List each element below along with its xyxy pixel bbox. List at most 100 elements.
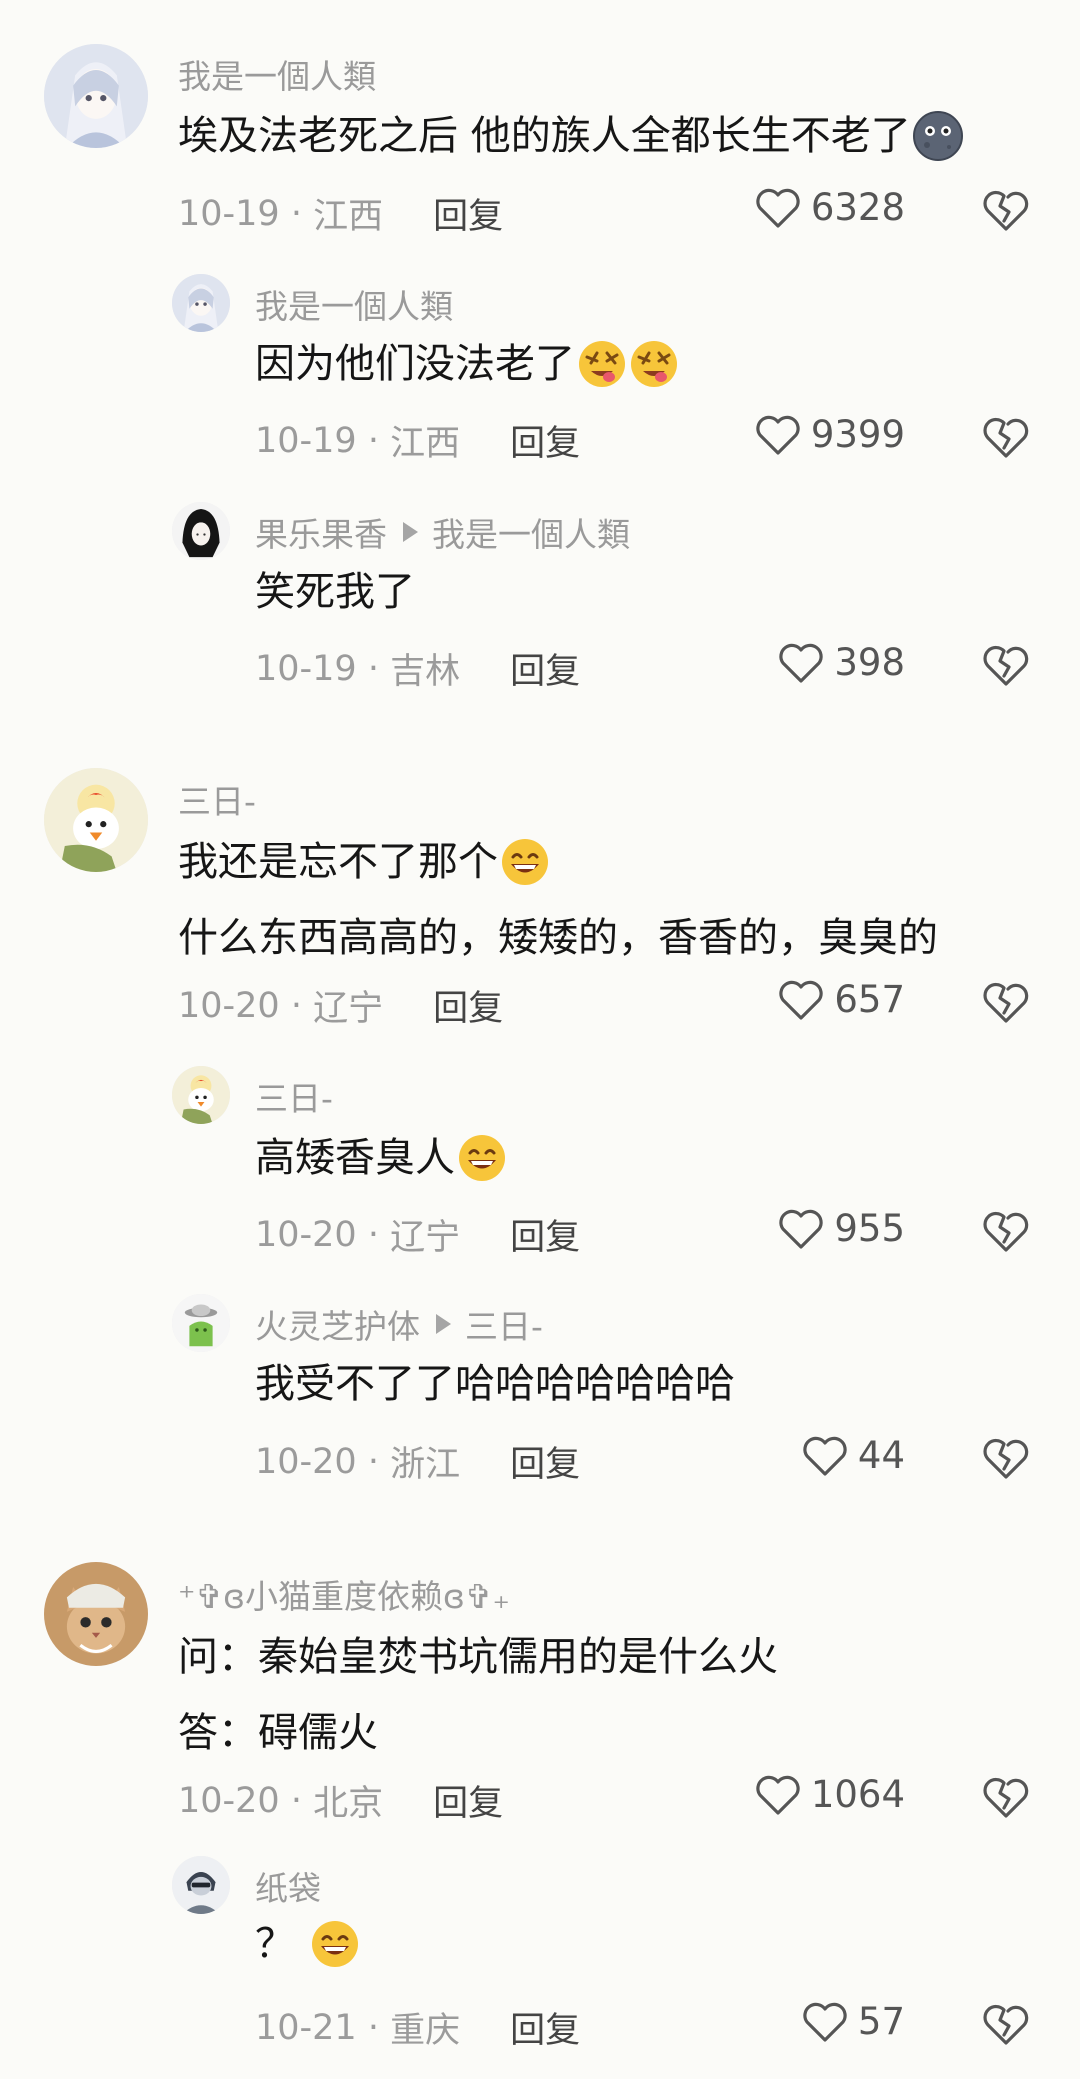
dislike-button[interactable]: [982, 980, 1030, 1024]
comment-date: 10-21: [255, 2007, 357, 2048]
comment-meta: 10-20 · 辽宁 回复: [255, 1209, 580, 1260]
comment-meta: 10-20 · 浙江 回复: [255, 1436, 580, 1487]
comment-author[interactable]: 火灵芝护体 三日-: [255, 1300, 543, 1348]
comment-text: ？: [255, 1906, 360, 1982]
comment-location: 北京: [313, 1784, 384, 1824]
comment-date: 10-20: [255, 1214, 357, 1255]
reply-arrow-icon: [403, 522, 418, 542]
broken-heart-icon: [983, 1211, 1029, 1252]
comment-date: 10-20: [178, 1780, 280, 1821]
comment-date: 10-19: [255, 648, 357, 689]
broken-heart-icon: [983, 417, 1029, 458]
comment-date: 10-19: [255, 420, 357, 461]
heart-outline-icon: [756, 188, 800, 228]
dislike-button[interactable]: [982, 1209, 1030, 1253]
reply-button[interactable]: 回复: [510, 1209, 580, 1260]
comment-location: 辽宁: [390, 1218, 461, 1258]
comment-text: 问：秦始皇焚书坑儒用的是什么火 答：碍儒火: [178, 1634, 778, 1756]
comment-location: 吉林: [390, 652, 461, 692]
reply-button[interactable]: 回复: [510, 2002, 580, 2053]
comment-author[interactable]: 三日-: [255, 1072, 333, 1120]
comment-location: 江西: [313, 197, 384, 237]
dislike-button[interactable]: [982, 188, 1030, 232]
comment-author[interactable]: 三日-: [178, 775, 256, 823]
reply-button[interactable]: 回复: [510, 643, 580, 694]
comment-author[interactable]: ⁺✞ɞ小猫重度依赖ɞ✞₊: [178, 1570, 510, 1618]
like-count: 657: [834, 978, 905, 1021]
comment-date: 10-20: [255, 1441, 357, 1482]
dislike-button[interactable]: [982, 415, 1030, 459]
comment-author[interactable]: 纸袋: [255, 1862, 321, 1910]
like-button[interactable]: 57: [802, 2000, 905, 2043]
dislike-button[interactable]: [982, 1775, 1030, 1819]
grinning-face-emoji: [500, 837, 550, 887]
dislike-button[interactable]: [982, 2002, 1030, 2046]
comment-author[interactable]: 我是一個人類: [255, 280, 453, 328]
like-count: 57: [857, 2000, 905, 2043]
comment-meta: 10-19 · 江西 回复: [255, 415, 580, 466]
like-button[interactable]: 398: [778, 641, 905, 684]
avatar[interactable]: [172, 274, 230, 332]
moon-face-emoji: [912, 111, 963, 161]
like-button[interactable]: 6328: [755, 186, 905, 229]
comment-meta: 10-20 · 辽宁 回复: [178, 980, 503, 1031]
reply-button[interactable]: 回复: [433, 1775, 503, 1826]
avatar[interactable]: [44, 1562, 148, 1666]
comment-meta: 10-20 · 北京 回复: [178, 1775, 503, 1826]
grinning-face-emoji: [310, 1919, 360, 1969]
avatar[interactable]: [172, 1066, 230, 1124]
comment-text: 埃及法老死之后 他的族人全都长生不老了: [178, 98, 963, 174]
reply-arrow-icon: [436, 1314, 451, 1334]
like-button[interactable]: 1064: [755, 1773, 905, 1816]
like-count: 1064: [810, 1773, 905, 1816]
comment-date: 10-19: [178, 193, 280, 234]
reply-button[interactable]: 回复: [433, 188, 503, 239]
avatar[interactable]: [44, 768, 148, 872]
broken-heart-icon: [983, 645, 1029, 686]
like-count: 9399: [810, 413, 905, 456]
heart-outline-icon: [779, 643, 824, 683]
comment-location: 浙江: [390, 1445, 461, 1485]
comment-meta: 10-21 · 重庆 回复: [255, 2002, 580, 2053]
heart-outline-icon: [756, 1775, 800, 1815]
like-count: 398: [834, 641, 905, 684]
broken-heart-icon: [983, 190, 1029, 231]
broken-heart-icon: [983, 1777, 1029, 1818]
reply-button[interactable]: 回复: [510, 1436, 580, 1487]
dislike-button[interactable]: [982, 643, 1030, 687]
avatar[interactable]: [172, 1294, 230, 1352]
like-button[interactable]: 955: [778, 1207, 905, 1250]
dislike-button[interactable]: [982, 1436, 1030, 1480]
reply-to-name[interactable]: 三日-: [465, 1300, 543, 1348]
comment-author[interactable]: 果乐果香 我是一個人類: [255, 508, 630, 556]
comment-text: 因为他们没法老了: [255, 326, 679, 402]
comment-date: 10-20: [178, 985, 280, 1026]
grinning-face-emoji: [457, 1133, 507, 1183]
comment-text: 笑死我了: [255, 569, 415, 615]
like-button[interactable]: 657: [778, 978, 905, 1021]
avatar[interactable]: [44, 44, 148, 148]
like-count: 44: [857, 1434, 905, 1477]
comment-author[interactable]: 我是一個人類: [178, 50, 376, 98]
heart-outline-icon: [756, 415, 800, 455]
avatar[interactable]: [172, 502, 230, 560]
avatar[interactable]: [172, 1856, 230, 1914]
reply-to-name[interactable]: 我是一個人類: [432, 508, 630, 556]
comment-text: 我还是忘不了那个 什么东西高高的，矮矮的，香香的，臭臭的: [178, 837, 938, 961]
comment-location: 重庆: [390, 2011, 461, 2051]
like-button[interactable]: 44: [802, 1434, 905, 1477]
broken-heart-icon: [983, 2004, 1029, 2045]
comment-text: 高矮香臭人: [255, 1120, 507, 1196]
comment-location: 辽宁: [313, 989, 384, 1029]
drooling-face-emoji: [577, 339, 627, 389]
like-count: 955: [834, 1207, 905, 1250]
reply-button[interactable]: 回复: [433, 980, 503, 1031]
drooling-face-emoji: [629, 339, 679, 389]
like-count: 6328: [810, 186, 905, 229]
broken-heart-icon: [983, 1438, 1029, 1479]
heart-outline-icon: [779, 980, 824, 1020]
broken-heart-icon: [983, 982, 1029, 1023]
like-button[interactable]: 9399: [755, 413, 905, 456]
comment-text: 我受不了了哈哈哈哈哈哈哈: [255, 1361, 735, 1407]
reply-button[interactable]: 回复: [510, 415, 580, 466]
